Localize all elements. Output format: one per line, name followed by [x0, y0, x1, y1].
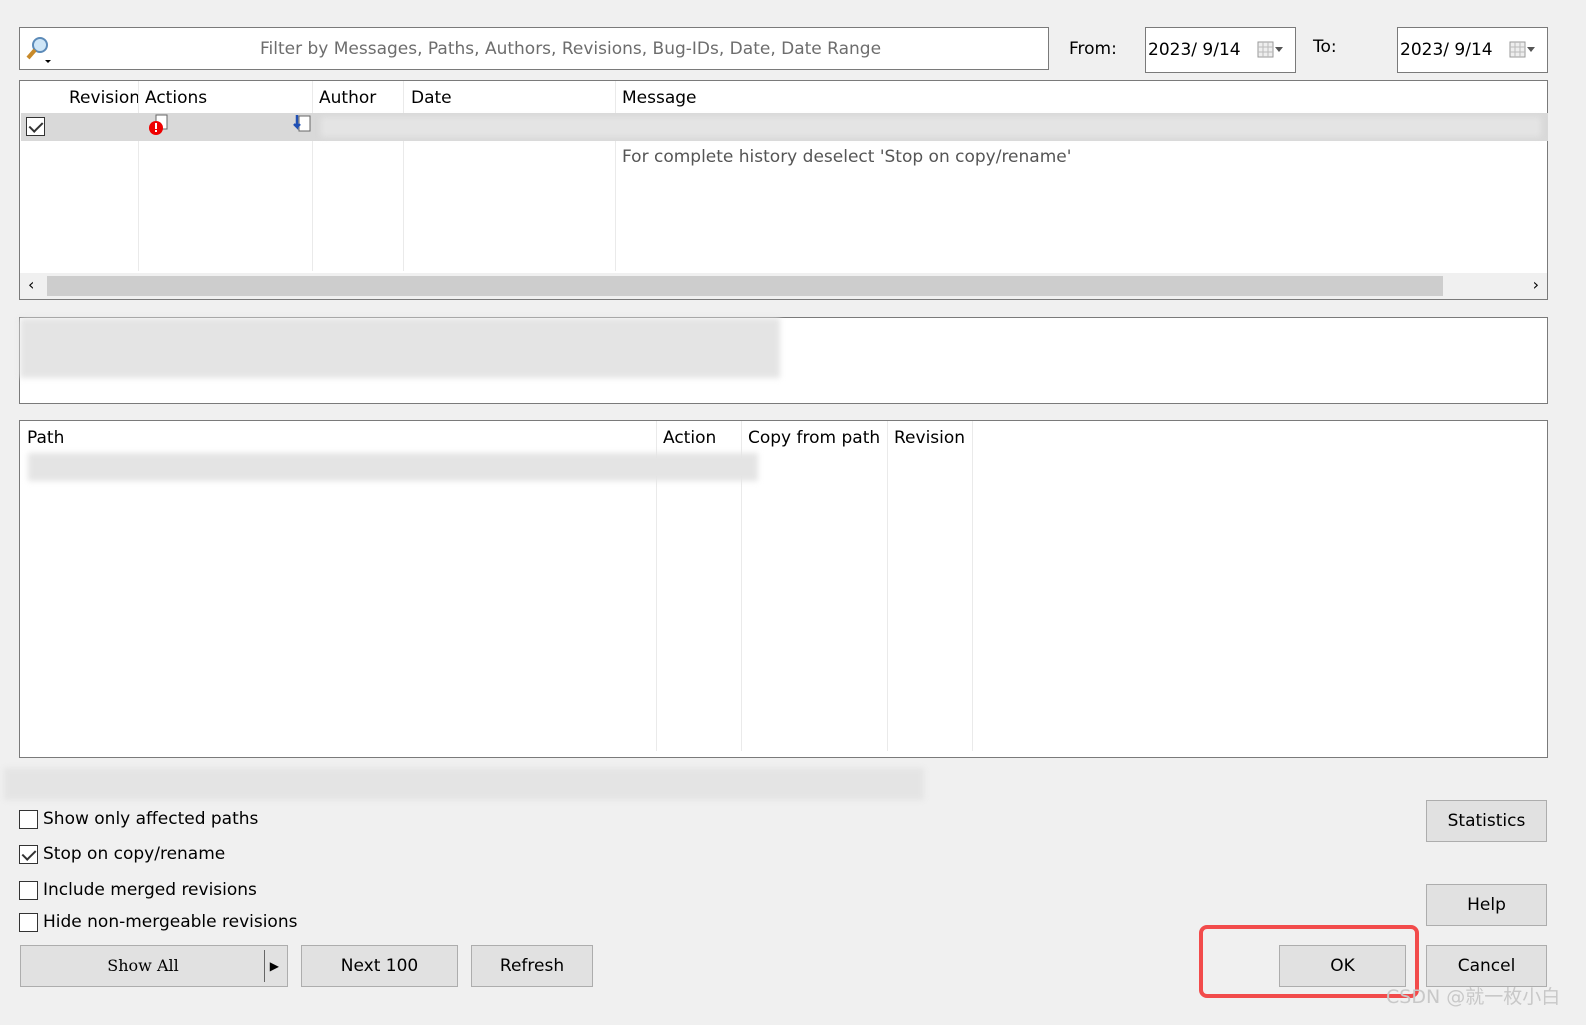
- col-action[interactable]: Action: [663, 428, 716, 448]
- option-label: Hide non-mergeable revisions: [43, 912, 298, 932]
- col-copy-from[interactable]: Copy from path: [748, 428, 880, 448]
- option-include-merged[interactable]: Include merged revisions: [19, 880, 257, 900]
- from-date-value: 2023/ 9/14: [1148, 40, 1241, 60]
- option-label: Stop on copy/rename: [43, 844, 226, 864]
- to-label: To:: [1313, 37, 1337, 57]
- calendar-icon[interactable]: [1509, 41, 1535, 59]
- show-all-label: Show All: [107, 956, 179, 975]
- replaced-icon: [293, 115, 311, 132]
- col-revision[interactable]: Revision: [894, 428, 965, 448]
- col-author[interactable]: Author: [319, 88, 376, 108]
- show-all-button[interactable]: Show All ▶: [20, 945, 288, 987]
- col-date[interactable]: Date: [411, 88, 452, 108]
- history-note: For complete history deselect 'Stop on c…: [622, 147, 1072, 167]
- filter-input[interactable]: Filter by Messages, Paths, Authors, Revi…: [19, 27, 1049, 70]
- cancel-button[interactable]: Cancel: [1426, 945, 1547, 987]
- message-box[interactable]: [19, 317, 1548, 404]
- option-show-affected[interactable]: Show only affected paths: [19, 809, 258, 829]
- scrollbar-thumb[interactable]: [47, 276, 1443, 296]
- statistics-button[interactable]: Statistics: [1426, 800, 1547, 842]
- col-message[interactable]: Message: [622, 88, 697, 108]
- log-table[interactable]: Revision Actions Author Date Message For…: [19, 80, 1548, 300]
- option-label: Include merged revisions: [43, 880, 257, 900]
- help-button[interactable]: Help: [1426, 884, 1547, 926]
- watermark: CSDN @就一枚小白: [1386, 986, 1561, 1008]
- col-path[interactable]: Path: [27, 428, 64, 448]
- from-label: From:: [1069, 39, 1117, 59]
- col-actions[interactable]: Actions: [145, 88, 207, 108]
- from-date-picker[interactable]: 2023/ 9/14: [1145, 27, 1296, 73]
- table-row[interactable]: [21, 113, 1548, 141]
- search-icon[interactable]: [24, 34, 54, 64]
- checkbox[interactable]: [19, 809, 38, 829]
- modified-error-icon: [149, 114, 168, 135]
- to-date-value: 2023/ 9/14: [1400, 40, 1493, 60]
- col-revision[interactable]: Revision: [69, 88, 140, 108]
- to-date-picker[interactable]: 2023/ 9/14: [1397, 27, 1548, 73]
- calendar-icon[interactable]: [1257, 41, 1283, 59]
- status-text: [4, 768, 924, 800]
- row-checkbox[interactable]: [26, 117, 45, 136]
- scroll-left-icon[interactable]: ‹: [28, 275, 34, 294]
- option-label: Show only affected paths: [43, 809, 259, 829]
- checkbox[interactable]: [19, 880, 38, 900]
- horizontal-scrollbar[interactable]: ‹ ›: [20, 273, 1547, 299]
- dropdown-arrow-icon[interactable]: ▶: [270, 946, 279, 986]
- filter-placeholder: Filter by Messages, Paths, Authors, Revi…: [260, 39, 882, 59]
- scroll-right-icon[interactable]: ›: [1533, 275, 1539, 294]
- refresh-button[interactable]: Refresh: [471, 945, 593, 987]
- checkbox[interactable]: [19, 844, 38, 864]
- next-100-button[interactable]: Next 100: [301, 945, 458, 987]
- option-stop-on-copy[interactable]: Stop on copy/rename: [19, 844, 225, 864]
- checkbox[interactable]: [19, 912, 38, 932]
- paths-table[interactable]: Path Action Copy from path Revision: [19, 420, 1548, 758]
- option-hide-non-mergeable[interactable]: Hide non-mergeable revisions: [19, 912, 297, 932]
